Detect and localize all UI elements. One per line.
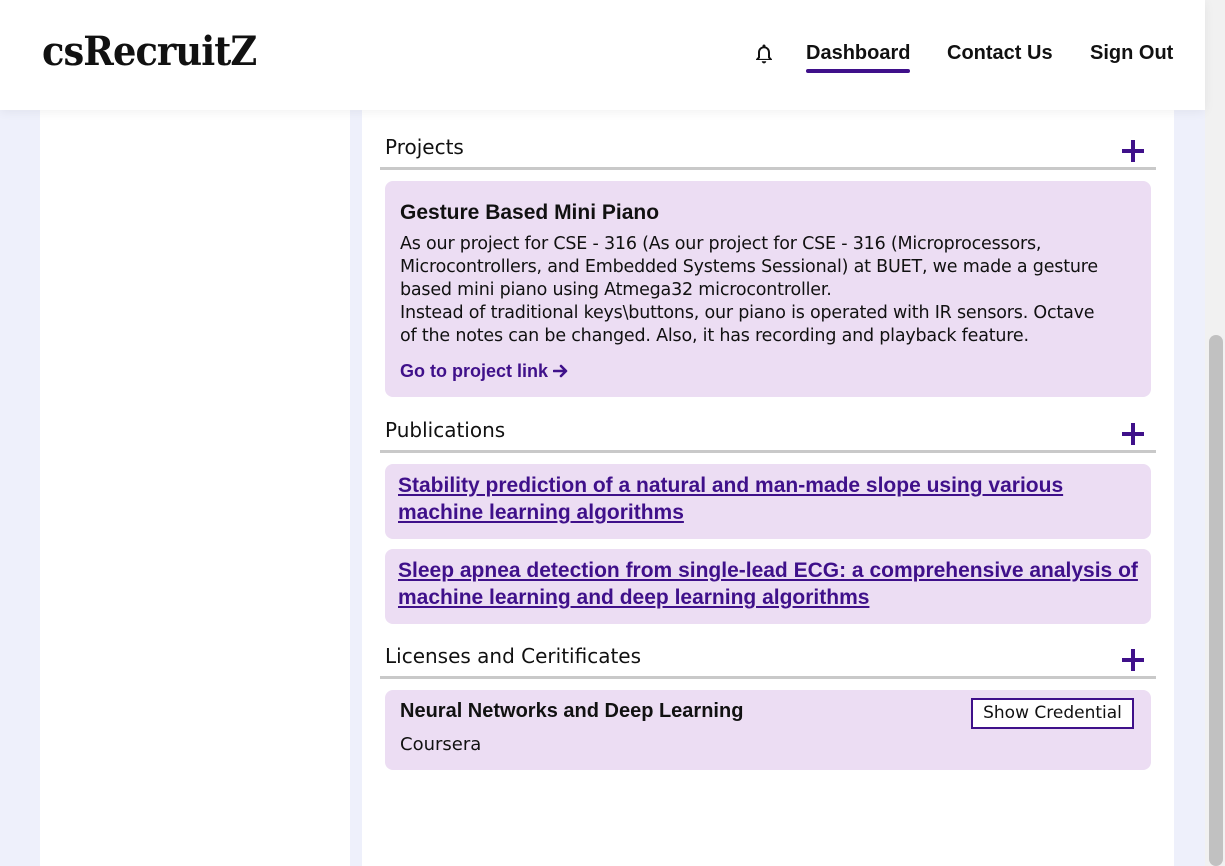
bell-icon[interactable] [752,42,776,66]
divider [380,167,1156,170]
nav-dashboard[interactable]: Dashboard [806,42,911,73]
divider [380,450,1156,453]
description-line: based mini piano using Atmega32 microcon… [400,280,832,300]
arrow-right-icon [552,364,568,378]
publication-card: Stability prediction of a natural and ma… [385,464,1151,539]
publication-link[interactable]: Stability prediction of a natural and ma… [398,472,1138,526]
description-line: Instead of traditional keys\buttons, our… [400,303,1095,323]
description-line: Microcontrollers, and Embedded Systems S… [400,257,1098,277]
add-license-plus-icon[interactable] [1122,648,1146,672]
nav-sign-out[interactable]: Sign Out [1090,42,1173,65]
publication-card: Sleep apnea detection from single-lead E… [385,549,1151,624]
description-line: of the notes can be changed. Also, it ha… [400,326,1029,346]
project-card: Gesture Based Mini Piano As our project … [385,181,1151,397]
logo[interactable]: csRecruitZ [42,28,257,75]
divider [380,676,1156,679]
projects-heading: Projects [385,135,464,159]
top-navbar: csRecruitZ Dashboard Contact Us Sign Out [0,0,1205,110]
license-card: Neural Networks and Deep Learning Course… [385,690,1151,770]
add-publication-plus-icon[interactable] [1122,422,1146,446]
scrollbar-thumb[interactable] [1209,335,1223,866]
license-title: Neural Networks and Deep Learning [400,700,744,722]
licenses-heading: Licenses and Ceritificates [385,644,642,668]
project-description: As our project for CSE - 316 (As our pro… [400,233,1130,348]
description-line: As our project for CSE - 316 (As our pro… [400,234,1042,254]
project-link[interactable]: Go to project link [400,361,569,382]
add-project-plus-icon[interactable] [1122,139,1146,163]
license-issuer: Coursera [400,734,482,755]
nav-contact-us[interactable]: Contact Us [947,42,1053,65]
project-link-label: Go to project link [400,361,549,381]
project-title: Gesture Based Mini Piano [400,201,660,224]
publication-link[interactable]: Sleep apnea detection from single-lead E… [398,557,1138,611]
left-column [40,0,350,866]
publications-heading: Publications [385,418,506,442]
show-credential-button[interactable]: Show Credential [971,698,1134,729]
